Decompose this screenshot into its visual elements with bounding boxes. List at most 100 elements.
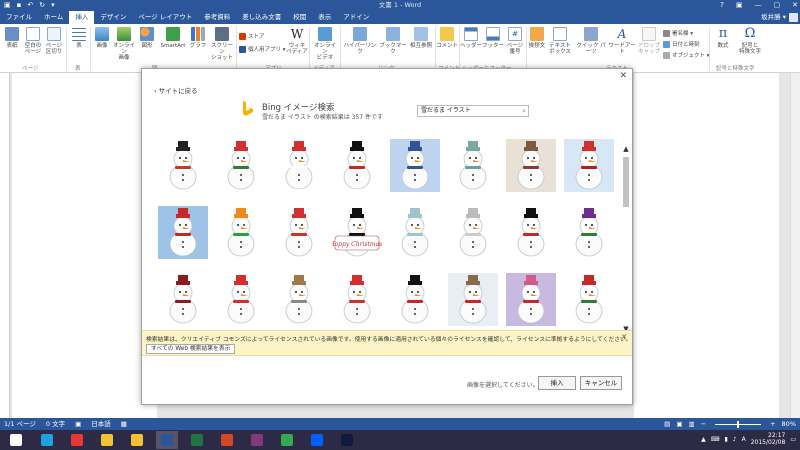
- smartart-button[interactable]: SmartArt: [159, 27, 187, 49]
- user-account[interactable]: 坂井勝 ▾: [761, 11, 798, 24]
- clock[interactable]: 22:17 2015/02/08: [751, 432, 786, 446]
- close-window-button[interactable]: ✕: [792, 0, 798, 11]
- online-video-button[interactable]: オンライン ビデオ: [312, 27, 338, 61]
- image-thumbnail[interactable]: [216, 273, 266, 326]
- bookmark-button[interactable]: ブックマーク: [378, 27, 408, 55]
- image-thumbnail[interactable]: [390, 273, 440, 326]
- tab-0[interactable]: ファイル: [0, 11, 38, 24]
- word-icon[interactable]: [156, 431, 178, 449]
- tray-expand-icon[interactable]: ▲: [701, 436, 706, 443]
- zoom-slider-knob[interactable]: [737, 420, 740, 428]
- blank-page-button[interactable]: 空白の ページ: [22, 27, 44, 55]
- image-thumbnail[interactable]: Happy Christmas!: [328, 206, 385, 259]
- proofing-icon[interactable]: ▣: [75, 418, 81, 430]
- image-thumbnail[interactable]: [564, 273, 614, 326]
- maximize-button[interactable]: ▢: [774, 0, 781, 11]
- chart-button[interactable]: グラフ: [187, 27, 209, 49]
- document-page-right[interactable]: [634, 73, 779, 418]
- cross-reference-button[interactable]: 相互参照: [408, 27, 434, 49]
- image-thumbnail[interactable]: [158, 273, 208, 326]
- signature-line-button[interactable]: 署名欄 ▾: [663, 29, 693, 37]
- keyboard-icon[interactable]: ⌨: [711, 436, 720, 443]
- comment-button[interactable]: コメント: [436, 27, 458, 49]
- dropbox-icon[interactable]: [306, 431, 328, 449]
- dropcap-button[interactable]: ドロップ キャップ: [636, 27, 662, 55]
- folder-icon[interactable]: [126, 431, 148, 449]
- ribbon-display-button[interactable]: ▣: [736, 0, 743, 11]
- page-break-button[interactable]: ページ 区切り: [43, 27, 65, 55]
- volume-icon[interactable]: ♪: [733, 436, 737, 443]
- image-thumbnail[interactable]: [158, 139, 208, 192]
- tab-9[interactable]: アドイン: [337, 11, 375, 24]
- insert-button[interactable]: 挿入: [538, 376, 576, 390]
- tab-1[interactable]: ホーム: [38, 11, 69, 24]
- footer-button[interactable]: フッター: [482, 27, 504, 49]
- zoom-in-icon[interactable]: +: [770, 418, 775, 430]
- tab-5[interactable]: 参考資料: [198, 11, 236, 24]
- quick-parts-button[interactable]: クイック パーツ: [574, 27, 608, 55]
- language[interactable]: 日本語: [91, 418, 111, 430]
- ie-icon[interactable]: [36, 431, 58, 449]
- wordart-button[interactable]: A ワードアート: [608, 27, 636, 55]
- onenote-icon[interactable]: [246, 431, 268, 449]
- web-layout-icon[interactable]: ▥: [688, 418, 694, 430]
- tab-8[interactable]: 表示: [312, 11, 337, 24]
- read-mode-icon[interactable]: ▤: [664, 418, 670, 430]
- chrome-icon[interactable]: [66, 431, 88, 449]
- equation-button[interactable]: π 数式: [711, 27, 735, 50]
- image-thumbnail[interactable]: [506, 206, 556, 259]
- image-thumbnail[interactable]: [506, 139, 556, 192]
- greeting-button[interactable]: 挨拶文: [526, 27, 548, 49]
- scroll-up-icon[interactable]: ▲: [622, 145, 630, 153]
- tab-7[interactable]: 校閲: [287, 11, 312, 24]
- show-all-web-results-button[interactable]: すべての Web 検索結果を表示: [146, 344, 236, 354]
- document-scrollbar[interactable]: [790, 73, 800, 418]
- document-page[interactable]: [12, 73, 157, 418]
- image-thumbnail[interactable]: [390, 206, 440, 259]
- explorer-icon[interactable]: [96, 431, 118, 449]
- table-button[interactable]: 表: [68, 27, 90, 49]
- zoom-out-icon[interactable]: −: [701, 418, 706, 430]
- minimize-button[interactable]: —: [755, 0, 762, 11]
- image-thumbnail[interactable]: [216, 139, 266, 192]
- shapes-button[interactable]: 図形: [136, 27, 158, 49]
- textbox-button[interactable]: テキスト ボックス: [548, 27, 572, 55]
- start-icon[interactable]: [5, 431, 27, 449]
- image-thumbnail[interactable]: [274, 273, 324, 326]
- image-thumbnail[interactable]: [216, 206, 266, 259]
- hyperlink-button[interactable]: ハイパーリンク: [342, 27, 378, 55]
- help-button[interactable]: ?: [720, 0, 724, 11]
- image-thumbnail[interactable]: [448, 139, 498, 192]
- word-count[interactable]: 0 文字: [46, 418, 65, 430]
- dialog-close-button[interactable]: ✕: [619, 71, 627, 81]
- symbol-button[interactable]: Ω 記号と 特殊文字: [737, 27, 763, 56]
- image-thumbnail[interactable]: [564, 206, 614, 259]
- tab-4[interactable]: ページ レイアウト: [132, 11, 198, 24]
- search-input[interactable]: 雪だるま イラスト ⌕: [417, 105, 529, 117]
- tab-6[interactable]: 差し込み文書: [236, 11, 287, 24]
- image-thumbnail[interactable]: [506, 273, 556, 326]
- date-time-button[interactable]: 日付と時刻: [663, 40, 700, 48]
- page-count[interactable]: 1/1 ページ: [4, 418, 36, 430]
- scroll-thumb[interactable]: [623, 157, 629, 207]
- image-thumbnail[interactable]: [390, 139, 440, 192]
- photoshop-icon[interactable]: [336, 431, 358, 449]
- header-button[interactable]: ヘッダー: [460, 27, 482, 49]
- image-thumbnail[interactable]: [332, 273, 382, 326]
- excel-icon[interactable]: [186, 431, 208, 449]
- my-apps-button[interactable]: 個人用アプリ ▾: [239, 45, 286, 53]
- powerpoint-icon[interactable]: [216, 431, 238, 449]
- object-button[interactable]: オブジェクト ▾: [663, 51, 710, 59]
- macro-icon[interactable]: ▦: [121, 418, 127, 430]
- image-thumbnail[interactable]: [448, 273, 498, 326]
- tab-2[interactable]: 挿入: [69, 11, 95, 24]
- image-thumbnail[interactable]: [332, 139, 382, 192]
- cancel-button[interactable]: キャンセル: [580, 376, 622, 390]
- online-picture-button[interactable]: オンライン 画像: [113, 27, 135, 61]
- wikipedia-button[interactable]: W ウィキ ペディア: [286, 27, 308, 55]
- network-icon[interactable]: ▮: [724, 436, 727, 443]
- ime-icon[interactable]: A: [742, 436, 746, 443]
- image-thumbnail[interactable]: [274, 206, 324, 259]
- back-to-sites-link[interactable]: ‹ サイトに戻る: [154, 85, 198, 95]
- zoom-level[interactable]: 80%: [782, 418, 796, 430]
